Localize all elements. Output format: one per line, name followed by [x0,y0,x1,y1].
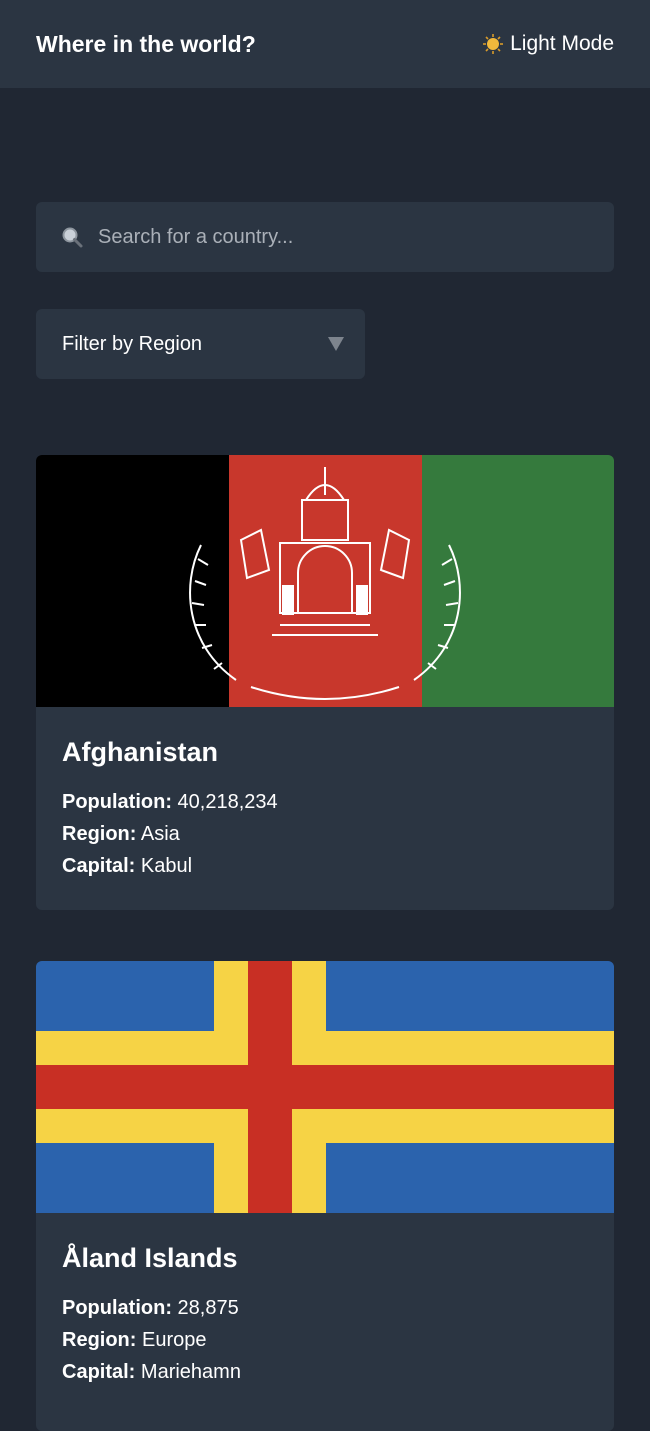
app-title: Where in the world? [36,30,256,57]
population-label: Population: [62,1297,172,1319]
region-value: Asia [140,823,180,845]
app-header: Where in the world? Light Mode [0,0,650,88]
capital-label: Capital: [62,1361,136,1383]
country-name: Afghanistan [62,737,219,767]
capital-value: Mariehamn [140,1361,241,1383]
region-filter-label: Filter by Region [62,332,203,355]
region-label: Region: [62,1329,137,1351]
theme-toggle-button[interactable]: Light Mode [482,32,614,56]
population-value: 28,875 [177,1297,239,1319]
capital-row: Capital: Mariehamn [62,1356,588,1388]
population-label: Population: [62,791,172,813]
search-input[interactable] [98,225,590,249]
theme-toggle-label: Light Mode [510,32,614,55]
population-row: Population: 28,875 [62,1292,588,1324]
country-card[interactable]: Afghanistan Population: 40,218,234 Regio… [36,455,614,910]
flag-image [36,455,614,707]
region-label: Region: [62,823,137,845]
population-row: Population: 40,218,234 [62,786,588,818]
region-row: Region: Asia [62,818,588,850]
population-value: 40,218,234 [177,791,278,813]
flag-image [36,961,614,1213]
country-card[interactable]: Åland Islands Population: 28,875 Region:… [36,961,614,1431]
capital-value: Kabul [140,855,193,877]
capital-label: Capital: [62,855,136,877]
region-filter-dropdown[interactable]: Filter by Region [36,309,365,379]
search-box[interactable] [36,202,614,272]
region-row: Region: Europe [62,1324,588,1356]
sun-icon [483,34,504,54]
search-icon [62,227,83,248]
capital-row: Capital: Kabul [62,850,588,882]
caret-down-icon [328,337,344,351]
country-name: Åland Islands [62,1243,238,1273]
region-value: Europe [142,1329,207,1351]
